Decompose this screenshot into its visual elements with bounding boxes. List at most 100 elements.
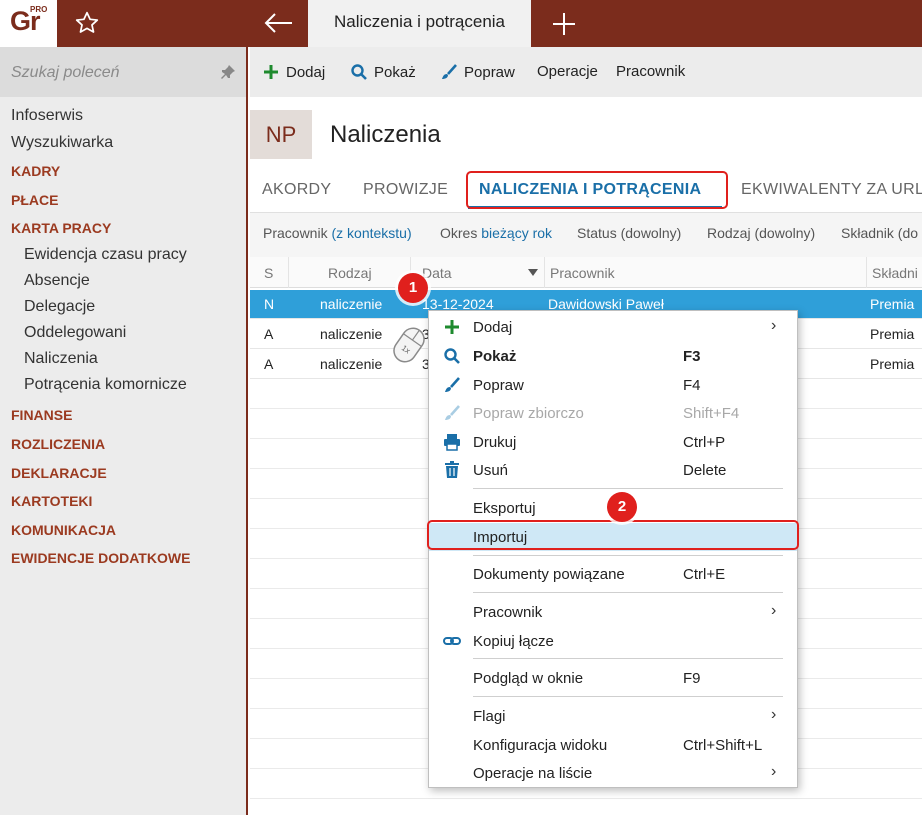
sidebar-item-ewidencja[interactable]: Ewidencja czasu pracy [24, 246, 187, 264]
menu-item-operacje-na-liscie[interactable]: Operacje na liście › [429, 759, 797, 787]
column-divider [866, 257, 867, 288]
add-button[interactable]: Dodaj [262, 63, 325, 81]
menu-divider [473, 592, 783, 593]
sort-desc-icon[interactable] [528, 269, 538, 276]
plus-icon [264, 65, 278, 79]
star-icon[interactable] [74, 10, 100, 36]
page-title: Naliczenia [330, 121, 441, 148]
action-toolbar: Dodaj Pokaż Popraw Operacje Pracownik [250, 47, 922, 97]
cell-skladnik: Premia [870, 326, 915, 342]
sidebar-item-infoserwis[interactable]: Infoserwis [11, 107, 83, 125]
filter-okres[interactable]: Okres bieżący rok [440, 225, 552, 241]
menu-shortcut: F9 [683, 670, 701, 687]
search-placeholder: Szukaj poleceń [11, 64, 120, 81]
plus-icon [445, 320, 459, 334]
submenu-arrow: › [771, 317, 777, 334]
cell-skladnik: Premia [870, 296, 915, 312]
menu-item-dodaj[interactable]: Dodaj › [429, 313, 797, 341]
menu-shortcut: Delete [683, 462, 727, 479]
pin-icon[interactable] [220, 64, 236, 80]
menu-shortcut: Ctrl+Shift+L [683, 737, 763, 754]
show-button[interactable]: Pokaż [350, 63, 416, 81]
printer-icon [444, 434, 460, 451]
highlight-importuj-box [427, 520, 799, 550]
sidebar-section-komunikacja[interactable]: KOMUNIKACJA [11, 522, 116, 538]
menu-label: Eksportuj [473, 500, 536, 517]
edit-button[interactable]: Popraw [440, 63, 515, 81]
filter-skladnik[interactable]: Składnik (do [841, 225, 918, 241]
sidebar-item-naliczenia[interactable]: Naliczenia [24, 350, 98, 368]
menu-shortcut: F4 [683, 377, 701, 394]
column-skladnik[interactable]: Składni [872, 265, 918, 281]
menu-item-dokumenty-powiazane[interactable]: Dokumenty powiązane Ctrl+E [429, 560, 797, 588]
mouse-click-icon: 1x [393, 327, 425, 363]
menu-item-konfiguracja-widoku[interactable]: Konfiguracja widoku Ctrl+Shift+L [429, 731, 797, 759]
employee-button[interactable]: Pracownik [616, 63, 685, 80]
sidebar-section-place[interactable]: PŁACE [11, 192, 58, 208]
menu-label: Usuń [473, 462, 509, 479]
brush-icon [445, 405, 460, 420]
link-icon [443, 637, 461, 645]
column-s[interactable]: S [264, 265, 273, 281]
filter-pracownik[interactable]: Pracownik (z kontekstu) [263, 225, 412, 241]
column-data[interactable]: Data [422, 265, 452, 281]
tab-naliczenia[interactable]: Naliczenia i potrącenia [308, 0, 531, 47]
column-divider [288, 257, 289, 288]
sidebar-section-karta-pracy[interactable]: KARTA PRACY [11, 220, 111, 236]
filter-rodzaj[interactable]: Rodzaj (dowolny) [707, 225, 815, 241]
sidebar-section-rozliczenia[interactable]: ROZLICZENIA [11, 436, 105, 452]
menu-item-popraw-zbiorczo: Popraw zbiorczo Shift+F4 [429, 399, 797, 427]
sidebar-section-ewidencje-dodatkowe[interactable]: EWIDENCJE DODATKOWE [11, 550, 190, 566]
menu-label: Podgląd w oknie [473, 670, 584, 687]
menu-label: Popraw [473, 377, 524, 394]
sidebar-section-kadry[interactable]: KADRY [11, 163, 60, 179]
menu-label: Dokumenty powiązane [473, 566, 625, 583]
tab-prowizje[interactable]: PROWIZJE [363, 181, 448, 199]
column-divider [544, 257, 545, 288]
cell-rodzaj: naliczenie [320, 326, 383, 342]
menu-item-pracownik[interactable]: Pracownik › [429, 598, 797, 626]
filter-bar: Pracownik (z kontekstu) Okres bieżący ro… [250, 212, 922, 257]
menu-label: Konfiguracja widoku [473, 737, 608, 754]
command-search[interactable]: Szukaj poleceń [0, 47, 246, 97]
menu-item-kopiuj-lacze[interactable]: Kopiuj łącze [429, 627, 797, 655]
submenu-arrow: › [771, 602, 777, 619]
back-arrow-icon[interactable] [262, 10, 294, 36]
menu-item-popraw[interactable]: Popraw F4 [429, 371, 797, 399]
filter-pracownik-value: (z kontekstu) [331, 225, 412, 241]
top-bar: Gr PRO Naliczenia i potrącenia [0, 0, 922, 47]
search-icon [444, 348, 460, 364]
menu-label: Pokaż [473, 348, 517, 365]
filter-status[interactable]: Status (dowolny) [577, 225, 681, 241]
sidebar-section-kartoteki[interactable]: KARTOTEKI [11, 493, 92, 509]
menu-divider [473, 696, 783, 697]
column-rodzaj[interactable]: Rodzaj [328, 265, 372, 281]
sidebar-section-deklaracje[interactable]: DEKLARACJE [11, 465, 107, 481]
column-pracownik[interactable]: Pracownik [550, 265, 615, 281]
menu-item-pokaz[interactable]: Pokaż F3 [429, 342, 797, 370]
menu-shortcut: Shift+F4 [683, 405, 740, 422]
add-label: Dodaj [286, 63, 326, 81]
new-tab-plus-icon[interactable] [550, 10, 578, 38]
module-badge: NP [250, 110, 312, 159]
menu-item-drukuj[interactable]: Drukuj Ctrl+P [429, 428, 797, 456]
operations-label: Operacje [537, 63, 598, 80]
tab-ekwiwalenty[interactable]: EKWIWALENTY ZA URL [741, 181, 922, 199]
sidebar-item-oddelegowani[interactable]: Oddelegowani [24, 324, 126, 342]
menu-item-flagi[interactable]: Flagi › [429, 702, 797, 730]
menu-label: Operacje na liście [473, 765, 593, 782]
sidebar-item-potracenia[interactable]: Potrącenia komornicze [24, 376, 187, 394]
menu-shortcut: F3 [683, 348, 701, 365]
app-logo[interactable]: Gr PRO [0, 0, 57, 47]
sidebar-item-absencje[interactable]: Absencje [24, 272, 90, 290]
sidebar-item-wyszukiwarka[interactable]: Wyszukiwarka [11, 134, 113, 152]
menu-item-podglad-w-oknie[interactable]: Podgląd w oknie F9 [429, 664, 797, 692]
menu-divider [473, 488, 783, 489]
menu-divider [473, 658, 783, 659]
operations-button[interactable]: Operacje [537, 63, 598, 80]
tab-akordy[interactable]: AKORDY [262, 181, 331, 199]
sidebar-section-finanse[interactable]: FINANSE [11, 407, 72, 423]
sidebar-item-delegacje[interactable]: Delegacje [24, 298, 95, 316]
menu-divider [473, 555, 783, 556]
menu-item-usun[interactable]: Usuń Delete [429, 456, 797, 484]
